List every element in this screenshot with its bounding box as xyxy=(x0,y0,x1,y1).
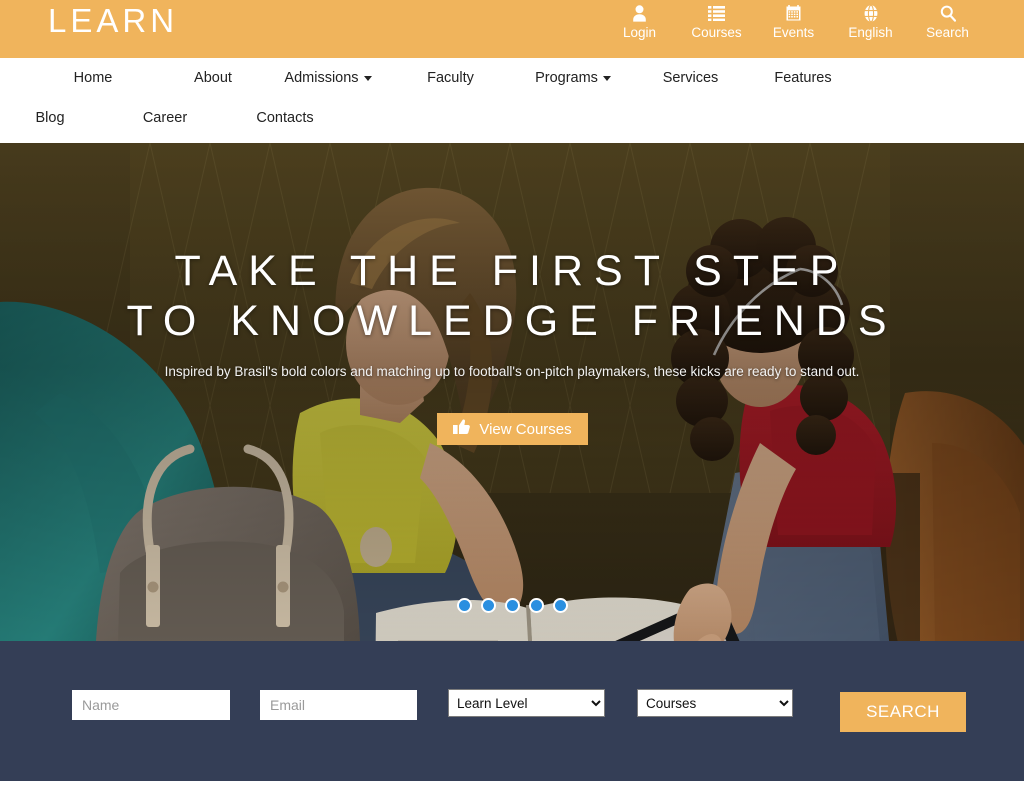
top-utility-links: Login Courses Events English Search xyxy=(601,4,986,40)
top-link-login[interactable]: Login xyxy=(601,4,678,40)
hero-section: TAKE THE FIRST STEP TO KNOWLEDGE FRIENDS… xyxy=(0,143,1024,641)
nav-item-services[interactable]: Services xyxy=(633,58,748,98)
nav-item-label: Blog xyxy=(35,110,65,126)
carousel-dot-5[interactable] xyxy=(552,598,568,613)
nav-item-faculty[interactable]: Faculty xyxy=(388,58,513,98)
site-logo[interactable]: LEARN xyxy=(48,2,178,40)
hero-title-line-1: TAKE THE FIRST STEP xyxy=(174,247,850,295)
calendar-icon xyxy=(786,4,801,22)
nav-list: Home About Admissions Faculty Programs Servic… xyxy=(0,58,900,138)
list-icon xyxy=(708,4,725,22)
nav-item-label: Career xyxy=(142,110,188,126)
name-input[interactable] xyxy=(72,690,230,720)
nav-item-blog[interactable]: Blog xyxy=(0,98,100,138)
carousel-dot-4[interactable] xyxy=(528,598,544,613)
nav-item-contacts[interactable]: Contacts xyxy=(230,98,340,138)
chevron-down-icon xyxy=(363,75,372,81)
nav-item-features[interactable]: Features xyxy=(748,58,858,98)
hero-title: TAKE THE FIRST STEP TO KNOWLEDGE FRIENDS xyxy=(0,246,1024,346)
top-link-label: Courses xyxy=(691,25,742,40)
nav-item-home[interactable]: Home xyxy=(28,58,158,98)
carousel-dot-2[interactable] xyxy=(480,598,496,613)
chevron-down-icon xyxy=(602,75,611,81)
search-icon xyxy=(940,4,956,22)
nav-item-label: Features xyxy=(774,70,832,86)
hero-title-line-2: TO KNOWLEDGE FRIENDS xyxy=(126,297,898,345)
thumbs-up-icon xyxy=(453,419,471,439)
nav-item-career[interactable]: Career xyxy=(100,98,230,138)
view-courses-label: View Courses xyxy=(479,420,572,438)
top-link-events[interactable]: Events xyxy=(755,4,832,40)
top-link-label: Events xyxy=(772,25,815,40)
hero-subtitle: Inspired by Brasil's bold colors and mat… xyxy=(164,364,860,379)
nav-item-label: Contacts xyxy=(256,110,314,126)
nav-item-programs[interactable]: Programs xyxy=(513,58,633,98)
top-link-label: English xyxy=(848,25,893,40)
top-link-courses[interactable]: Courses xyxy=(678,4,755,40)
nav-item-label: Programs xyxy=(535,70,598,86)
search-submit-button[interactable]: SEARCH xyxy=(840,692,966,732)
globe-icon xyxy=(863,4,879,22)
nav-item-label: Admissions xyxy=(284,70,359,86)
top-link-language[interactable]: English xyxy=(832,4,909,40)
learn-level-select[interactable]: Learn Level xyxy=(448,689,605,717)
nav-item-label: Services xyxy=(662,70,719,86)
nav-item-label: Home xyxy=(73,70,113,86)
page-footer-space xyxy=(0,781,1024,800)
top-bar: LEARN Login Courses Events English Searc… xyxy=(0,0,1024,58)
courses-select[interactable]: Courses xyxy=(637,689,793,717)
view-courses-button[interactable]: View Courses xyxy=(437,413,588,445)
nav-item-about[interactable]: About xyxy=(158,58,268,98)
hero-content: TAKE THE FIRST STEP TO KNOWLEDGE FRIENDS… xyxy=(0,143,1024,641)
nav-item-label: Faculty xyxy=(427,70,474,86)
main-navigation: Home About Admissions Faculty Programs Servic… xyxy=(0,58,1024,143)
page-root: LEARN Login Courses Events English Searc… xyxy=(0,0,1024,800)
carousel-dot-1[interactable] xyxy=(456,598,472,613)
nav-item-admissions[interactable]: Admissions xyxy=(268,58,388,98)
top-link-search[interactable]: Search xyxy=(909,4,986,40)
top-link-label: Login xyxy=(622,25,657,40)
top-link-label: Search xyxy=(926,25,969,40)
carousel-dot-3[interactable] xyxy=(504,598,520,613)
carousel-dots[interactable] xyxy=(0,598,1024,613)
user-icon xyxy=(632,4,647,22)
nav-item-label: About xyxy=(194,70,232,86)
email-input[interactable] xyxy=(260,690,417,720)
